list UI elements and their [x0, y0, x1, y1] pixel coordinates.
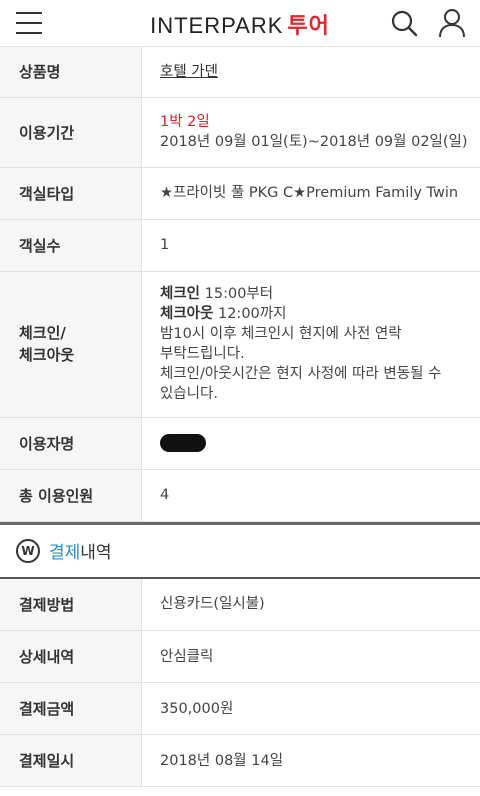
- payment-date: 2018년 08월 14일: [141, 734, 480, 787]
- room-count: 1: [141, 219, 480, 272]
- room-type: ★프라이빗 풀 PKG C★Premium Family Twin: [141, 167, 480, 220]
- payment-section-header: W 결제내역: [0, 525, 480, 579]
- app-header: INTERPARK 투어: [0, 0, 480, 47]
- table-row: 결제금액 350,000원: [0, 682, 480, 735]
- table-row: 상품명 호텔 가덴: [0, 47, 480, 98]
- table-row: 이용기간 1박 2일 2018년 09월 01일(토)~2018년 09월 02…: [0, 97, 480, 168]
- payment-amount: 350,000원: [141, 682, 480, 735]
- guest-count: 4: [141, 469, 480, 522]
- table-row: 체크인/ 체크아웃 체크인 15:00부터 체크아웃 12:00까지 밤10시 …: [0, 271, 480, 418]
- row-label: 결제방법: [0, 578, 142, 631]
- section-title: 결제내역: [49, 543, 112, 563]
- table-row: 결제방법 신용카드(일시불): [0, 578, 480, 631]
- reservation-info-table: 상품명 호텔 가덴 이용기간 1박 2일 2018년 09월 01일(토)~20…: [0, 47, 480, 522]
- table-row: 총 이용인원 4: [0, 469, 480, 522]
- user-icon[interactable]: [438, 8, 466, 38]
- row-label: 이용자명: [0, 417, 142, 470]
- table-row: 객실수 1: [0, 219, 480, 272]
- redacted-user-name: [160, 434, 206, 452]
- payment-method: 신용카드(일시불): [141, 578, 480, 631]
- stay-period: 2018년 09월 01일(토)~2018년 09월 02일(일): [160, 134, 468, 150]
- table-row: 상세내역 안심클릭: [0, 630, 480, 683]
- row-label: 상세내역: [0, 630, 142, 683]
- search-icon[interactable]: [390, 9, 418, 37]
- row-label: 객실수: [0, 219, 142, 272]
- row-label: 총 이용인원: [0, 469, 142, 522]
- row-label: 결제금액: [0, 682, 142, 735]
- won-icon: W: [16, 538, 40, 563]
- payment-detail: 안심클릭: [141, 630, 480, 683]
- payment-info-table: 결제방법 신용카드(일시불) 상세내역 안심클릭 결제금액 350,000원 결…: [0, 578, 480, 787]
- row-label: 객실타입: [0, 167, 142, 220]
- table-row: 이용자명: [0, 417, 480, 470]
- row-label: 체크인/ 체크아웃: [0, 271, 142, 418]
- stay-nights: 1박 2일: [160, 114, 210, 130]
- row-label: 이용기간: [0, 97, 142, 168]
- product-name-link[interactable]: 호텔 가덴: [160, 64, 218, 80]
- checkin-info: 체크인 15:00부터 체크아웃 12:00까지 밤10시 이후 체크인시 현지…: [141, 271, 480, 418]
- table-row: 객실타입 ★프라이빗 풀 PKG C★Premium Family Twin: [0, 167, 480, 220]
- row-label: 상품명: [0, 47, 142, 98]
- table-row: 결제일시 2018년 08월 14일: [0, 734, 480, 787]
- row-label: 결제일시: [0, 734, 142, 787]
